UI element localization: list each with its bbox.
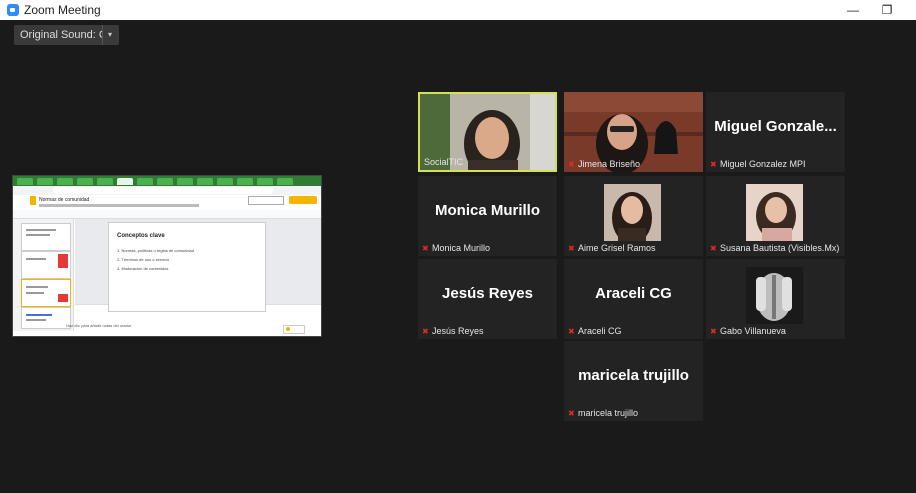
participant-display-name: Araceli CG bbox=[595, 285, 672, 302]
participant-name: Aime Grisel Ramos bbox=[578, 243, 656, 253]
muted-mic-icon: ✖ bbox=[710, 244, 717, 253]
participant-tile[interactable]: maricela trujillo ✖ maricela trujillo bbox=[564, 341, 703, 421]
slide-thumbnail bbox=[21, 251, 71, 279]
muted-mic-icon: ✖ bbox=[568, 244, 575, 253]
muted-mic-icon: ✖ bbox=[710, 327, 717, 336]
participant-display-name: Jesús Reyes bbox=[442, 285, 533, 302]
avatar bbox=[746, 267, 803, 324]
slides-icon bbox=[30, 196, 36, 205]
current-slide: Conceptos clave 1. Normas, políticas o r… bbox=[108, 222, 266, 312]
browser-tab bbox=[197, 178, 213, 185]
editor-toolbar bbox=[13, 210, 321, 219]
browser-tab bbox=[97, 178, 113, 185]
browser-tab bbox=[257, 178, 273, 185]
participant-name: Miguel Gonzalez MPI bbox=[720, 159, 806, 169]
document-name: Normas de comunidad bbox=[39, 197, 90, 203]
participant-name: Araceli CG bbox=[578, 326, 622, 336]
chevron-down-icon[interactable]: ▾ bbox=[102, 25, 117, 45]
slide-thumbnail-selected bbox=[21, 279, 71, 307]
participant-name: SocialTIC bbox=[424, 157, 464, 167]
browser-tab bbox=[177, 178, 193, 185]
browser-tab bbox=[217, 178, 233, 185]
browser-tab bbox=[137, 178, 153, 185]
slide-list-item: 2. Términos de uso o servicio bbox=[117, 257, 170, 262]
participant-tile[interactable]: ✖ Jimena Briseño bbox=[564, 92, 703, 172]
slide-title: Conceptos clave bbox=[117, 233, 165, 239]
browser-tab bbox=[17, 178, 33, 185]
slide-list-item: 1. Normas, políticas o reglas de comunid… bbox=[117, 248, 194, 253]
participant-tile[interactable]: Jesús Reyes ✖ Jesús Reyes bbox=[418, 259, 557, 339]
browser-tab bbox=[57, 178, 73, 185]
window-title: Zoom Meeting bbox=[24, 3, 101, 17]
browser-tab bbox=[237, 178, 253, 185]
browser-tab bbox=[277, 178, 293, 185]
slide-thumbnail bbox=[21, 223, 71, 251]
slide-list-item: 3. Moderación de contenidos bbox=[117, 266, 169, 271]
avatar bbox=[604, 184, 661, 241]
minimize-button[interactable]: — bbox=[838, 0, 868, 20]
browser-tab bbox=[77, 178, 93, 185]
zoom-app-icon bbox=[7, 4, 19, 16]
participant-tile[interactable]: Monica Murillo ✖ Monica Murillo bbox=[418, 176, 557, 256]
participant-tile[interactable]: Araceli CG ✖ Araceli CG bbox=[564, 259, 703, 339]
participant-tile[interactable]: ✖ Susana Bautista (Visibles.Mx) bbox=[706, 176, 845, 256]
muted-mic-icon: ✖ bbox=[710, 160, 717, 169]
slide-filmstrip bbox=[13, 219, 74, 331]
menu-bar bbox=[39, 204, 199, 207]
participant-tile[interactable]: Miguel Gonzale... ✖ Miguel Gonzalez MPI bbox=[706, 92, 845, 172]
restore-button[interactable]: ❐ bbox=[872, 0, 902, 20]
browser-tab bbox=[37, 178, 53, 185]
participant-name: maricela trujillo bbox=[578, 408, 639, 418]
muted-mic-icon: ✖ bbox=[568, 160, 575, 169]
participant-tile[interactable]: ✖ Aime Grisel Ramos bbox=[564, 176, 703, 256]
participant-name: Jesús Reyes bbox=[432, 326, 484, 336]
participant-name: Susana Bautista (Visibles.Mx) bbox=[720, 243, 840, 253]
browser-tab bbox=[157, 178, 173, 185]
participant-tile[interactable]: SocialTIC bbox=[418, 92, 557, 172]
title-bar: Zoom Meeting — ❐ bbox=[0, 0, 916, 20]
avatar bbox=[746, 184, 803, 241]
participant-tile[interactable]: ✖ Gabo Villanueva bbox=[706, 259, 845, 339]
browser-tab-active bbox=[117, 178, 133, 185]
muted-mic-icon: ✖ bbox=[422, 244, 429, 253]
url-field bbox=[53, 187, 273, 194]
participant-name: Jimena Briseño bbox=[578, 159, 641, 169]
muted-mic-icon: ✖ bbox=[568, 409, 575, 418]
speaker-notes-text: Haz clic para añadir notas del orador bbox=[66, 323, 132, 328]
present-button bbox=[248, 196, 284, 205]
participant-name: Gabo Villanueva bbox=[720, 326, 786, 336]
muted-mic-icon: ✖ bbox=[568, 327, 575, 336]
share-doc-button bbox=[289, 196, 317, 204]
participant-display-name: Miguel Gonzale... bbox=[714, 118, 837, 135]
participant-name: Monica Murillo bbox=[432, 243, 491, 253]
participant-display-name: Monica Murillo bbox=[435, 202, 540, 219]
participant-display-name: maricela trujillo bbox=[578, 367, 689, 384]
slide-thumbnail bbox=[21, 307, 71, 329]
explore-button bbox=[283, 325, 305, 334]
muted-mic-icon: ✖ bbox=[422, 327, 429, 336]
